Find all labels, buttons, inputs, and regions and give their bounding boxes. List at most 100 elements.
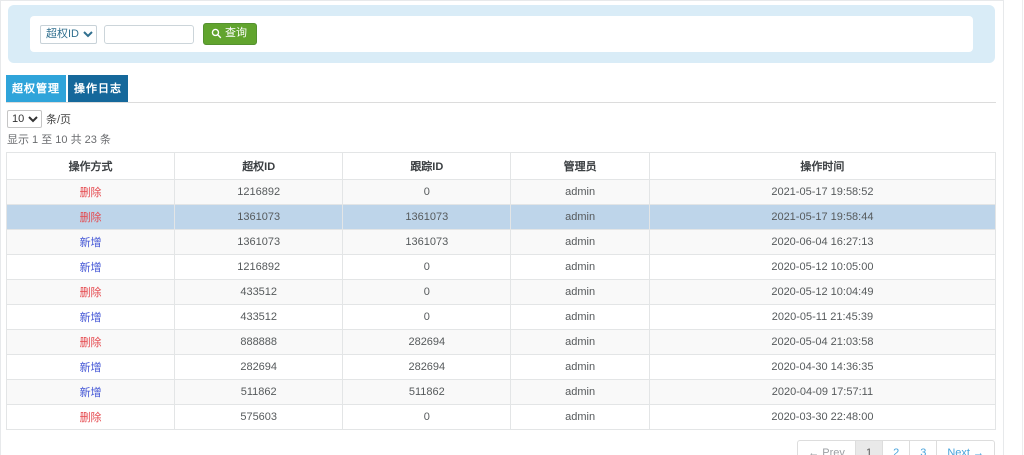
col-header-time: 操作时间 (649, 153, 995, 180)
cell-action: 删除 (7, 330, 175, 355)
next-page-button[interactable]: Next → (936, 440, 995, 455)
cell-track-id: 0 (343, 280, 511, 305)
table-row: 新增13610731361073admin2020-06-04 16:27:13 (7, 230, 996, 255)
col-header-track-id: 跟踪ID (343, 153, 511, 180)
cell-super-id: 1216892 (175, 180, 343, 205)
cell-track-id: 0 (343, 180, 511, 205)
cell-super-id: 433512 (175, 280, 343, 305)
table-row: 删除 4335120admin2020-05-12 10:04:49 (7, 280, 996, 305)
cell-action: 删除 (7, 405, 175, 430)
row-action-link[interactable]: 删除 (80, 212, 102, 224)
cell-super-id: 1361073 (175, 230, 343, 255)
log-table-body: 删除12168920admin2021-05-17 19:58:52删除1361… (7, 180, 996, 430)
table-row: 删除13610731361073admin2021-05-17 19:58:44 (7, 205, 996, 230)
row-action-link[interactable]: 删除 (80, 412, 102, 424)
records-summary: 显示 1 至 10 共 23 条 (7, 131, 996, 147)
table-row: 新增511862511862admin2020-04-09 17:57:11 (7, 380, 996, 405)
cell-admin: admin (511, 180, 649, 205)
cell-super-id: 511862 (175, 380, 343, 405)
row-action-link[interactable]: 删除 (80, 337, 102, 349)
cell-track-id: 0 (343, 255, 511, 280)
cell-time: 2020-05-12 10:04:49 (649, 280, 995, 305)
header-row: 操作方式 超权ID 跟踪ID 管理员 操作时间 (7, 153, 996, 180)
cell-action: 删除 (7, 180, 175, 205)
list-controls: 10 条/页 (7, 110, 996, 128)
cell-admin: admin (511, 405, 649, 430)
col-header-action: 操作方式 (7, 153, 175, 180)
page-size-label: 条/页 (46, 111, 71, 127)
row-action-link[interactable]: 删除 (80, 187, 102, 199)
cell-track-id: 0 (343, 405, 511, 430)
cell-time: 2020-06-04 16:27:13 (649, 230, 995, 255)
search-input[interactable] (104, 25, 194, 44)
page-number-button[interactable]: 3 (909, 440, 937, 455)
cell-admin: admin (511, 355, 649, 380)
cell-time: 2020-05-04 21:03:58 (649, 330, 995, 355)
cell-super-id: 1361073 (175, 205, 343, 230)
window-edge-line (1022, 0, 1023, 455)
cell-track-id: 282694 (343, 355, 511, 380)
cell-action: 新增 (7, 230, 175, 255)
cell-track-id: 511862 (343, 380, 511, 405)
table-row: 删除 888888282694admin2020-05-04 21:03:58 (7, 330, 996, 355)
col-header-super-id: 超权ID (175, 153, 343, 180)
cell-time: 2020-05-12 10:05:00 (649, 255, 995, 280)
cell-time: 2020-03-30 22:48:00 (649, 405, 995, 430)
cell-admin: admin (511, 255, 649, 280)
row-action-link[interactable]: 新增 (80, 387, 102, 399)
row-action-link[interactable]: 新增 (80, 312, 102, 324)
row-action-link[interactable]: 新增 (80, 262, 102, 274)
search-field-select[interactable]: 超权ID (40, 25, 97, 44)
cell-action: 新增 (7, 255, 175, 280)
row-action-link[interactable]: 新增 (80, 362, 102, 374)
main-container: 超权ID 查询 超权管理 操作日志 10 条/页 显示 1 至 10 共 23 … (0, 0, 1004, 455)
cell-super-id: 1216892 (175, 255, 343, 280)
log-table-header: 操作方式 超权ID 跟踪ID 管理员 操作时间 (7, 153, 996, 180)
cell-super-id: 282694 (175, 355, 343, 380)
cell-track-id: 282694 (343, 330, 511, 355)
cell-admin: admin (511, 230, 649, 255)
cell-time: 2020-05-11 21:45:39 (649, 305, 995, 330)
prev-page-button[interactable]: ← Prev (797, 440, 856, 455)
cell-action: 删除 (7, 280, 175, 305)
cell-action: 新增 (7, 355, 175, 380)
row-action-link[interactable]: 新增 (80, 237, 102, 249)
cell-action: 新增 (7, 305, 175, 330)
col-header-admin: 管理员 (511, 153, 649, 180)
search-icon (211, 28, 222, 39)
page-number-button[interactable]: 1 (855, 440, 883, 455)
cell-time: 2020-04-09 17:57:11 (649, 380, 995, 405)
table-row: 新增 12168920admin2020-05-12 10:05:00 (7, 255, 996, 280)
cell-track-id: 1361073 (343, 205, 511, 230)
table-row: 删除 12168920admin2021-05-17 19:58:52 (7, 180, 996, 205)
cell-action: 新增 (7, 380, 175, 405)
cell-track-id: 0 (343, 305, 511, 330)
cell-admin: admin (511, 305, 649, 330)
row-action-link[interactable]: 删除 (80, 287, 102, 299)
page-size-select[interactable]: 10 (7, 110, 42, 128)
log-table: 操作方式 超权ID 跟踪ID 管理员 操作时间 删除12168920admin2… (6, 152, 996, 430)
search-panel: 超权ID 查询 (8, 5, 995, 63)
cell-admin: admin (511, 280, 649, 305)
page-number-button[interactable]: 2 (882, 440, 910, 455)
search-form: 超权ID 查询 (30, 16, 973, 52)
cell-super-id: 575603 (175, 405, 343, 430)
search-button-label: 查询 (225, 27, 247, 40)
cell-admin: admin (511, 380, 649, 405)
tab-super-manage[interactable]: 超权管理 (6, 75, 66, 102)
cell-time: 2021-05-17 19:58:44 (649, 205, 995, 230)
tab-operation-log[interactable]: 操作日志 (68, 75, 128, 102)
cell-time: 2021-05-17 19:58:52 (649, 180, 995, 205)
cell-action: 删除 (7, 205, 175, 230)
table-row: 删除 5756030admin2020-03-30 22:48:00 (7, 405, 996, 430)
tab-bar: 超权管理 操作日志 (6, 75, 996, 103)
cell-admin: admin (511, 330, 649, 355)
table-row: 新增 4335120admin2020-05-11 21:45:39 (7, 305, 996, 330)
cell-track-id: 1361073 (343, 230, 511, 255)
cell-super-id: 888888 (175, 330, 343, 355)
search-button[interactable]: 查询 (203, 23, 257, 45)
cell-admin: admin (511, 205, 649, 230)
cell-super-id: 433512 (175, 305, 343, 330)
pagination: ← Prev 123Next → (6, 440, 995, 455)
cell-time: 2020-04-30 14:36:35 (649, 355, 995, 380)
